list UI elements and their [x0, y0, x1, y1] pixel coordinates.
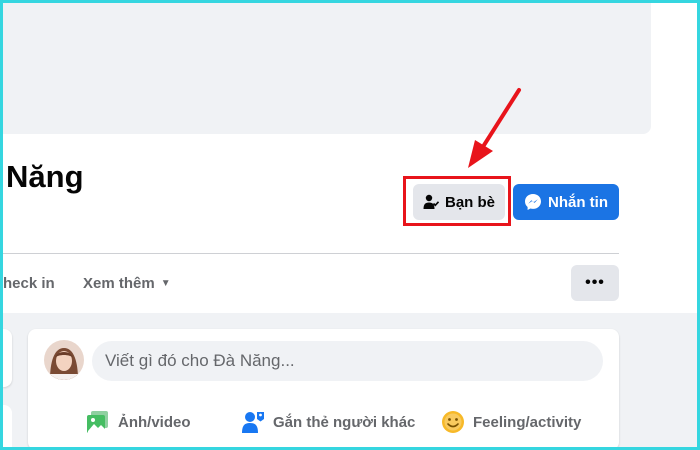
tab-checkin[interactable]: heck in [3, 275, 55, 292]
profile-name: Năng [6, 159, 84, 194]
tab-checkin-label: heck in [3, 275, 55, 292]
photo-video-button[interactable]: Ảnh/video [86, 408, 191, 436]
tab-more[interactable]: Xem thêm ▼ [83, 275, 171, 292]
composer-input[interactable]: Viết gì đó cho Đà Năng... [92, 341, 603, 381]
caret-down-icon: ▼ [160, 278, 171, 289]
composer-placeholder: Viết gì đó cho Đà Năng... [105, 351, 295, 370]
smiley-icon [442, 411, 464, 433]
tag-people-icon [242, 412, 264, 433]
annotation-arrow [468, 88, 521, 168]
left-card [3, 329, 12, 387]
feeling-activity-button[interactable]: Feeling/activity [441, 408, 581, 436]
friends-button-highlight [403, 176, 511, 226]
header-divider [3, 253, 619, 254]
cover-photo[interactable] [3, 3, 651, 134]
tab-more-label: Xem thêm [83, 275, 155, 292]
message-button-label: Nhắn tin [548, 193, 608, 211]
tag-people-label: Gắn thẻ người khác [273, 413, 416, 431]
photo-icon [87, 411, 108, 433]
avatar[interactable] [44, 340, 84, 380]
more-options-button[interactable]: ••• [571, 265, 619, 301]
message-button[interactable]: Nhắn tin [513, 184, 619, 220]
more-options-label: ••• [585, 274, 605, 291]
left-card [3, 405, 12, 447]
feeling-activity-label: Feeling/activity [473, 413, 582, 431]
messenger-icon [525, 194, 541, 210]
photo-video-label: Ảnh/video [118, 413, 191, 431]
tag-people-button[interactable]: Gắn thẻ người khác [241, 408, 415, 436]
